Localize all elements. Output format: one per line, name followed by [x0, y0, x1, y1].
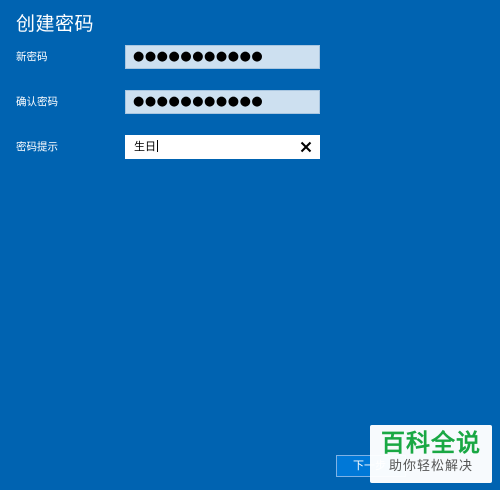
confirm-password-label: 确认密码 — [16, 96, 58, 108]
watermark-sub-text: 助你轻松解决 — [388, 459, 473, 474]
close-icon[interactable] — [299, 140, 313, 154]
password-hint-value: 生日 — [134, 140, 156, 153]
password-hint-row: 密码提示 生日 — [0, 135, 500, 159]
password-hint-input[interactable]: 生日 — [125, 135, 320, 159]
new-password-label: 新密码 — [16, 51, 48, 63]
page-title: 创建密码 — [16, 13, 95, 35]
text-caret — [157, 140, 158, 152]
confirm-password-row: 确认密码 ●●●●●●●●●●● — [0, 90, 500, 114]
watermark-main-text: 百科全说 — [381, 429, 481, 457]
password-hint-label: 密码提示 — [16, 141, 58, 153]
create-password-page: 创建密码 新密码 ●●●●●●●●●●● 确认密码 ●●●●●●●●●●● 密码… — [0, 0, 500, 490]
confirm-password-input[interactable]: ●●●●●●●●●●● — [125, 90, 320, 114]
new-password-row: 新密码 ●●●●●●●●●●● — [0, 45, 500, 69]
watermark-logo: 百科全说 助你轻松解决 — [370, 425, 492, 483]
new-password-input[interactable]: ●●●●●●●●●●● — [125, 45, 320, 69]
